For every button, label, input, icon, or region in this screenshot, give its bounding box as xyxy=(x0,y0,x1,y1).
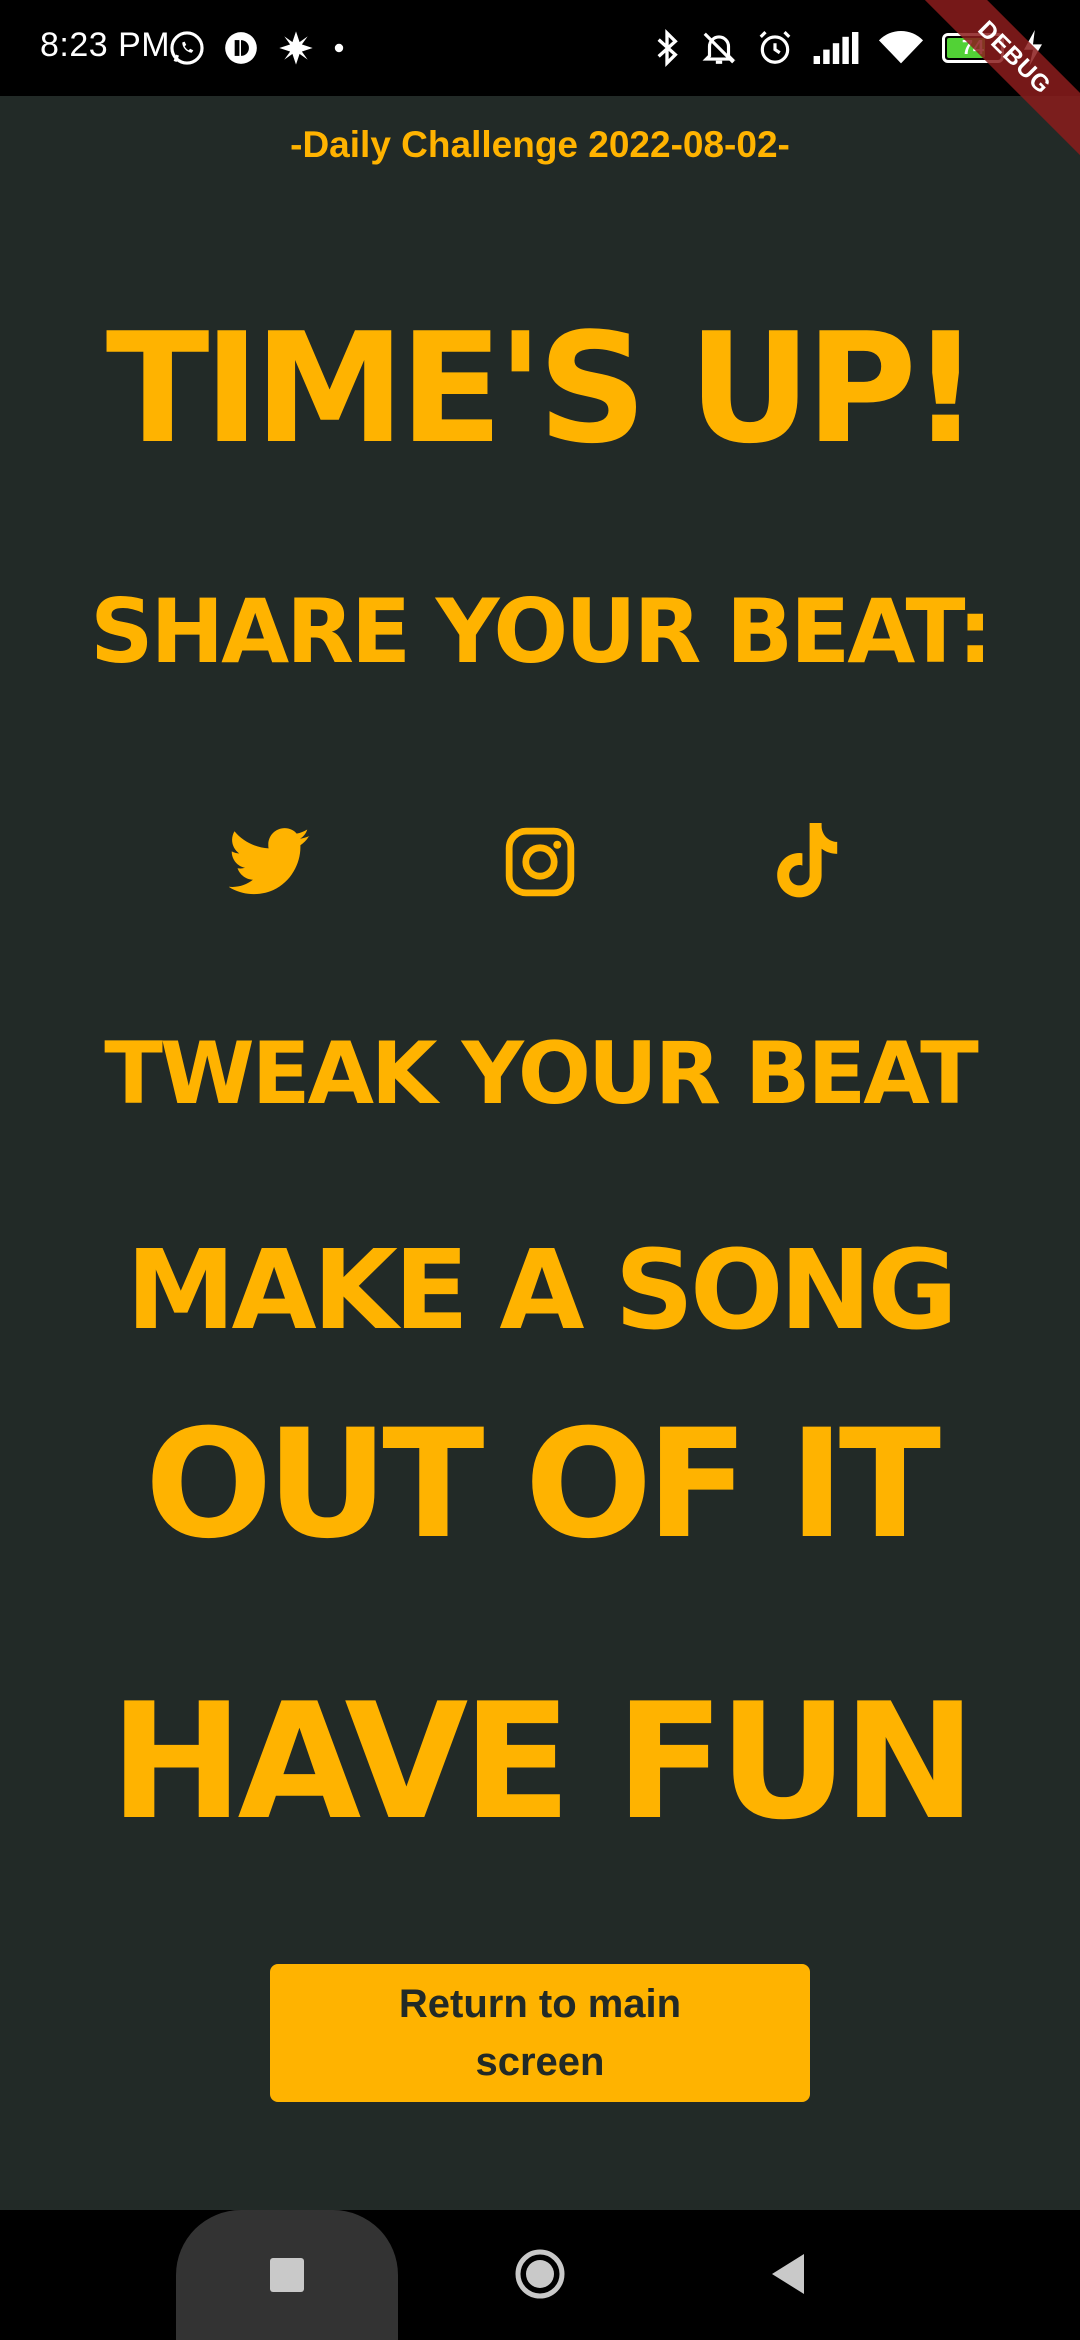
social-share-row xyxy=(0,820,1080,904)
instagram-share-button[interactable] xyxy=(498,820,582,904)
tiktok-share-button[interactable] xyxy=(764,820,848,904)
make-a-song-heading: MAKE A SONG xyxy=(126,1226,958,1354)
signal-icon xyxy=(812,31,860,65)
status-left-icons xyxy=(168,26,346,70)
app-notification-icon xyxy=(222,29,260,67)
return-to-main-screen-button[interactable]: Return to main screen xyxy=(270,1964,810,2102)
twitter-share-button[interactable] xyxy=(228,820,312,904)
tweak-your-beat-heading: TWEAK YOUR BEAT xyxy=(104,1024,979,1124)
daily-challenge-subtitle: -Daily Challenge 2022-08-02- xyxy=(290,124,790,165)
have-fun-heading: HAVE FUN xyxy=(109,1668,977,1855)
whatsapp-icon xyxy=(168,29,206,67)
navigation-bar xyxy=(0,2210,1080,2340)
bluetooth-icon xyxy=(652,28,682,68)
recents-button[interactable] xyxy=(270,2258,304,2292)
back-button[interactable] xyxy=(768,2250,808,2298)
home-button[interactable] xyxy=(514,2248,566,2300)
wifi-icon xyxy=(878,30,924,66)
tiktok-icon xyxy=(777,823,838,898)
pinwheel-icon xyxy=(276,28,316,68)
alarm-icon xyxy=(756,29,794,67)
screen: 8:23 PM DEBUG -Daily Challenge 2022-08-0… xyxy=(0,0,1080,2340)
status-bar: 8:23 PM xyxy=(0,0,1080,96)
share-your-beat-heading: SHARE YOUR BEAT: xyxy=(90,580,993,683)
status-time: 8:23 PM xyxy=(40,26,171,64)
out-of-it-heading: OUT OF IT xyxy=(144,1398,941,1572)
instagram-icon xyxy=(505,827,575,897)
dot-icon xyxy=(332,41,346,55)
twitter-icon xyxy=(229,828,310,895)
bell-off-icon xyxy=(700,29,738,67)
times-up-heading: TIME'S UP! xyxy=(105,300,980,477)
